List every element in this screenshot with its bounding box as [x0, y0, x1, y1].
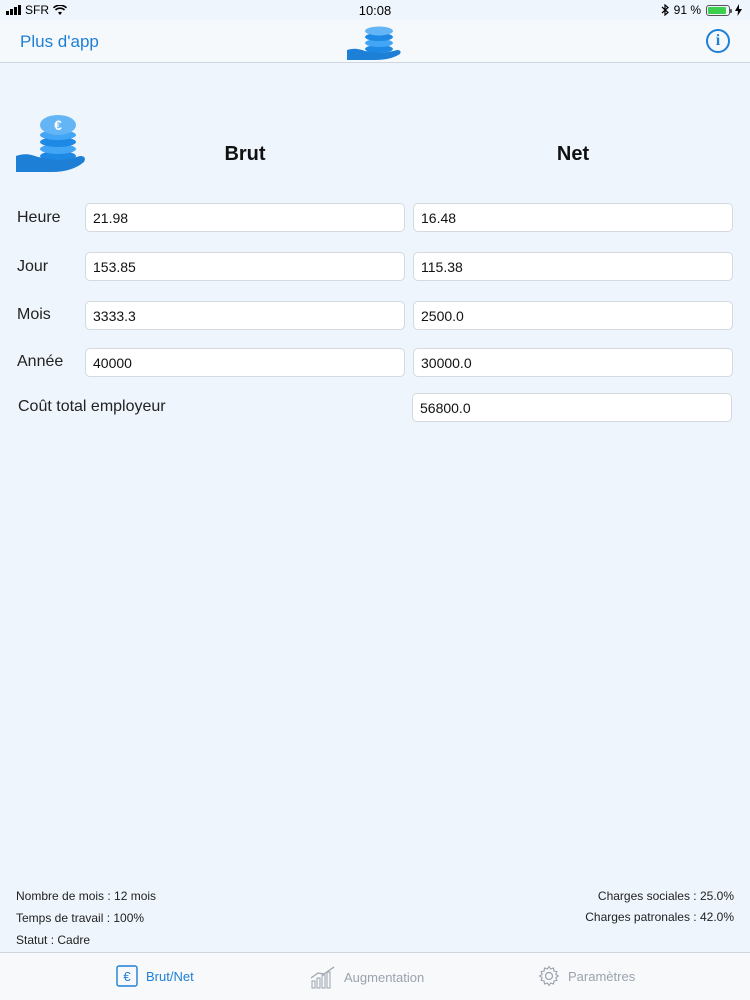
tab-parametres[interactable]: Paramètres: [538, 965, 635, 987]
temps-de-travail-text: Temps de travail : 100%: [16, 911, 145, 925]
cout-total-label: Coût total employeur: [18, 398, 166, 415]
coins-hand-icon: €: [16, 115, 85, 172]
column-brut-heading: Brut: [224, 143, 266, 165]
info-icon[interactable]: i: [706, 29, 730, 53]
battery-level: [708, 6, 727, 14]
annee-brut-input[interactable]: [85, 348, 405, 377]
nombre-de-mois-text: Nombre de mois : 12 mois: [16, 889, 157, 903]
battery-percent: 91 %: [673, 3, 701, 17]
row-label-annee: Année: [17, 353, 64, 370]
euro-icon: €: [116, 965, 138, 987]
gear-icon: [538, 965, 560, 987]
battery-icon: [706, 4, 732, 16]
coins-hand-icon: [347, 26, 401, 60]
tab-bar: € Brut/Net Augmentation Paramètres: [0, 952, 750, 1000]
row-label-heure: Heure: [17, 209, 61, 226]
annee-net-input[interactable]: [413, 348, 733, 377]
tab-augmentation-label: Augmentation: [344, 969, 425, 985]
mois-net-input[interactable]: [413, 301, 733, 330]
charges-patronales-text: Charges patronales : 42.0%: [585, 910, 734, 924]
bluetooth-icon: [661, 4, 669, 16]
growth-chart-icon: [310, 966, 335, 989]
charges-sociales-text: Charges sociales : 25.0%: [597, 889, 734, 903]
jour-net-input[interactable]: [413, 252, 733, 281]
heure-brut-input[interactable]: [85, 203, 405, 232]
heure-net-input[interactable]: [413, 203, 733, 232]
svg-text:€: €: [54, 117, 62, 133]
status-right: 91 %: [661, 3, 742, 17]
column-net-heading: Net: [556, 143, 590, 165]
navigation-bar: Plus d'app i: [0, 20, 750, 63]
row-label-mois: Mois: [17, 306, 51, 323]
statut-text: Statut : Cadre: [16, 933, 91, 947]
tab-augmentation[interactable]: Augmentation: [310, 965, 424, 989]
row-label-jour: Jour: [17, 258, 49, 275]
tab-brut-net-label: Brut/Net: [146, 968, 194, 984]
more-apps-button[interactable]: Plus d'app: [20, 32, 99, 52]
svg-text:€: €: [123, 969, 131, 984]
tab-brut-net[interactable]: € Brut/Net: [116, 965, 194, 987]
cout-total-input[interactable]: [412, 393, 732, 422]
mois-brut-input[interactable]: [85, 301, 405, 330]
status-time: 10:08: [358, 3, 392, 18]
status-bar: SFR 10:08 91 %: [0, 0, 750, 20]
jour-brut-input[interactable]: [85, 252, 405, 281]
charging-icon: [735, 4, 742, 16]
tab-parametres-label: Paramètres: [568, 968, 636, 984]
